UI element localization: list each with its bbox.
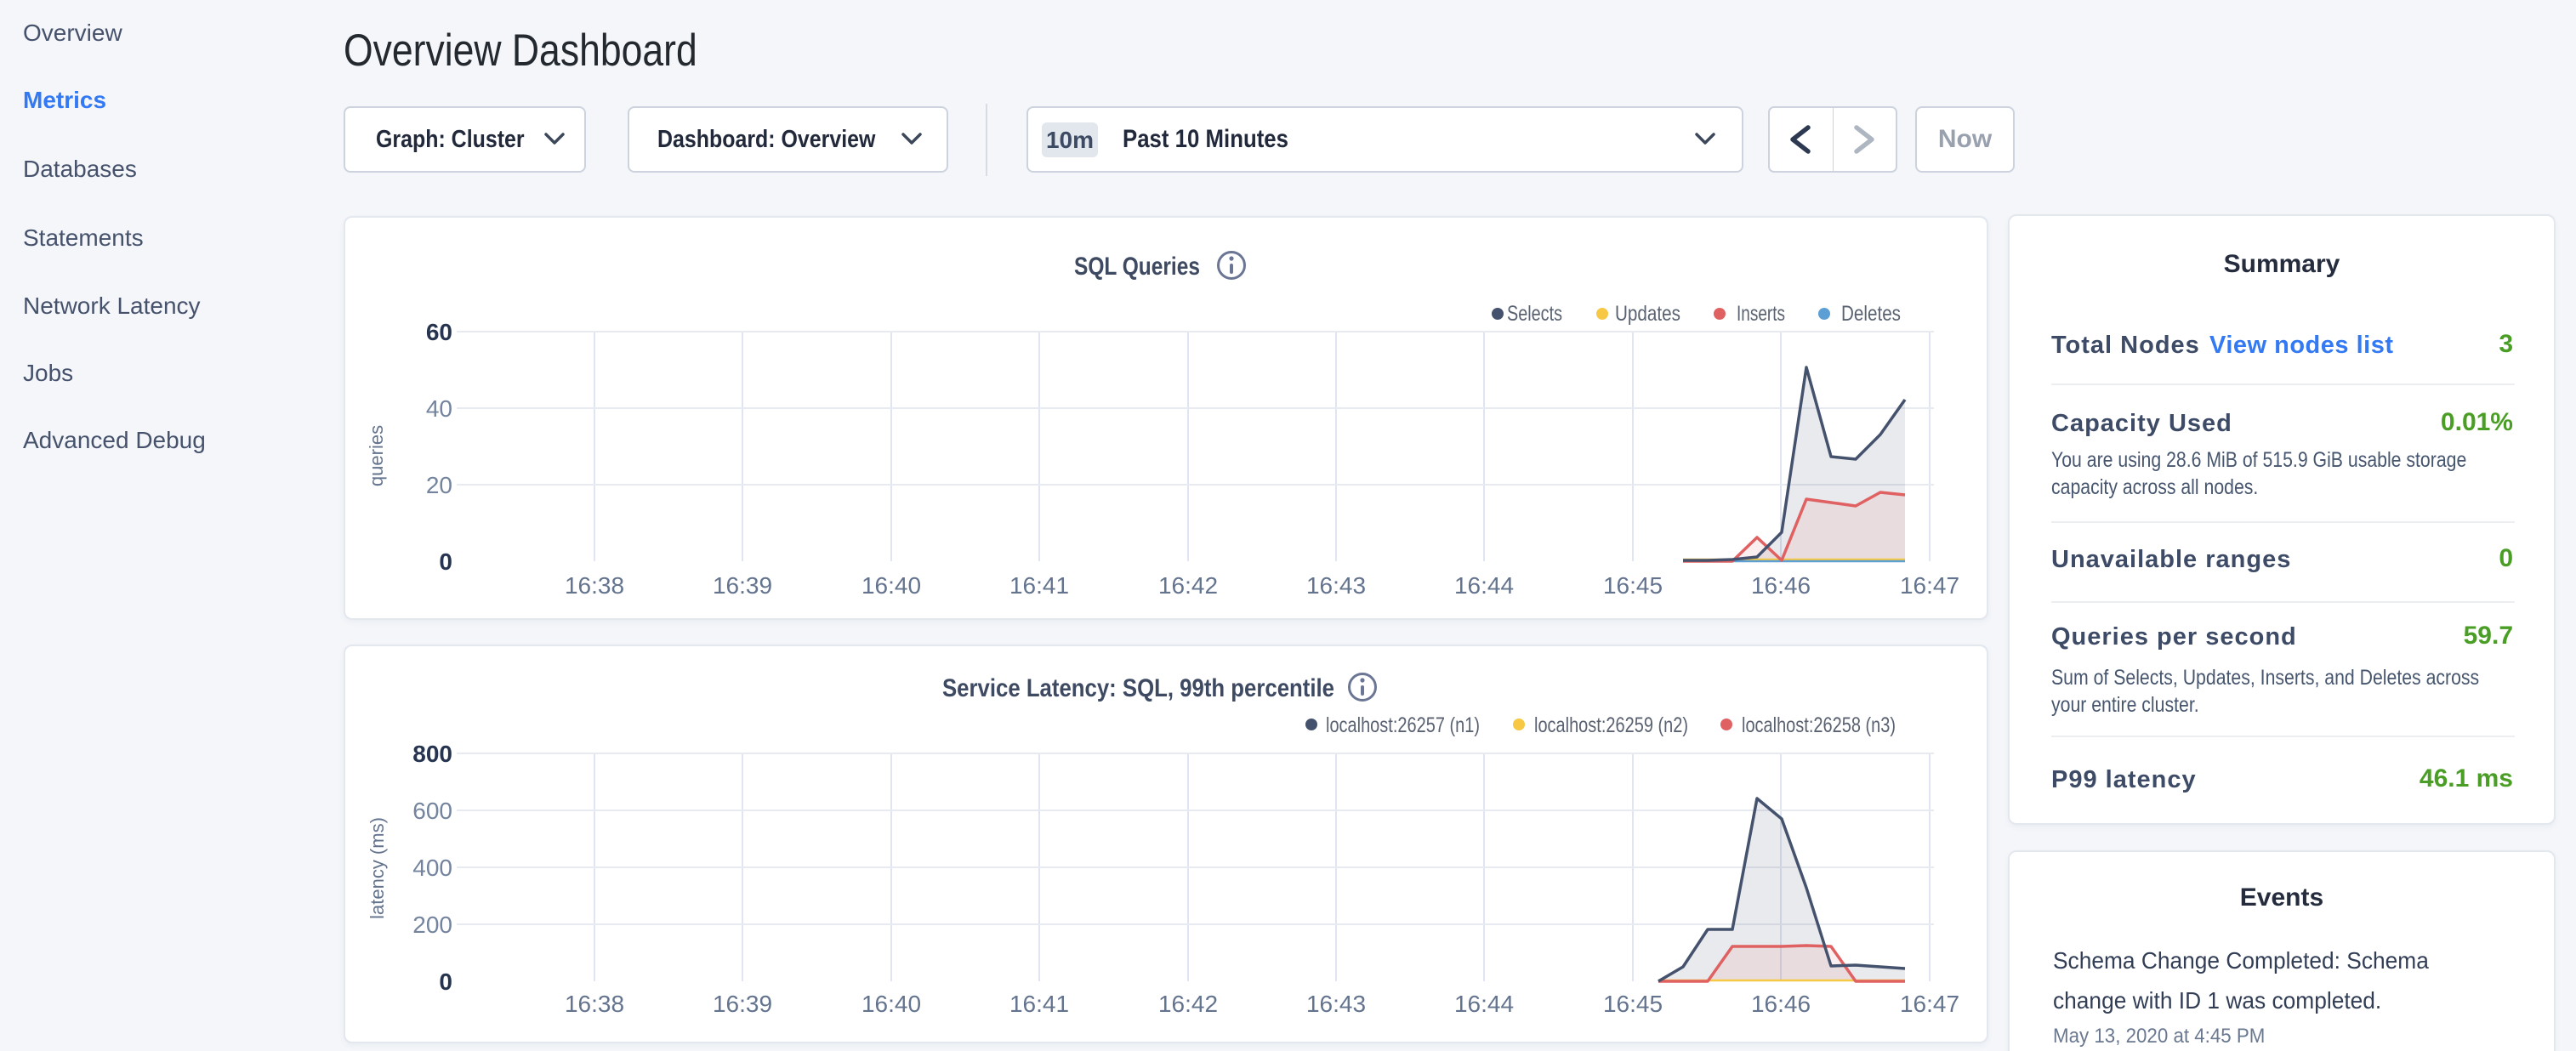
svg-text:16:38: 16:38 [565,991,624,1017]
svg-text:latency (ms): latency (ms) [367,817,388,919]
svg-text:16:40: 16:40 [862,991,921,1017]
svg-text:16:44: 16:44 [1454,572,1514,599]
svg-text:16:38: 16:38 [565,572,624,599]
svg-text:16:46: 16:46 [1751,572,1811,599]
svg-text:0: 0 [439,969,452,995]
svg-text:400: 400 [412,855,452,881]
svg-text:Updates: Updates [1615,302,1680,326]
svg-text:localhost:26258 (n3): localhost:26258 (n3) [1742,713,1896,737]
svg-text:16:45: 16:45 [1603,572,1663,599]
svg-text:800: 800 [412,741,452,767]
svg-text:16:45: 16:45 [1603,991,1663,1017]
svg-text:16:43: 16:43 [1306,991,1366,1017]
svg-text:20: 20 [426,472,452,498]
svg-text:localhost:26259 (n2): localhost:26259 (n2) [1534,713,1688,737]
svg-text:16:42: 16:42 [1158,991,1218,1017]
svg-text:40: 40 [426,395,452,422]
svg-text:16:41: 16:41 [1009,991,1069,1017]
svg-text:Service Latency: SQL, 99th per: Service Latency: SQL, 99th percentile [942,674,1334,702]
svg-text:localhost:26257 (n1): localhost:26257 (n1) [1326,713,1480,737]
svg-text:16:42: 16:42 [1158,572,1218,599]
svg-text:16:46: 16:46 [1751,991,1811,1017]
svg-text:16:40: 16:40 [862,572,921,599]
svg-text:60: 60 [426,319,452,345]
svg-text:Inserts: Inserts [1737,302,1785,326]
svg-text:16:43: 16:43 [1306,572,1366,599]
svg-text:600: 600 [412,798,452,824]
svg-text:16:47: 16:47 [1900,991,1959,1017]
svg-text:16:39: 16:39 [713,572,772,599]
svg-text:queries: queries [366,425,387,486]
svg-text:16:41: 16:41 [1009,572,1069,599]
svg-text:16:39: 16:39 [713,991,772,1017]
svg-text:200: 200 [412,912,452,938]
svg-text:16:47: 16:47 [1900,572,1959,599]
svg-text:SQL Queries: SQL Queries [1074,253,1200,281]
svg-text:16:44: 16:44 [1454,991,1514,1017]
svg-text:Deletes: Deletes [1841,302,1901,326]
svg-text:0: 0 [439,548,452,575]
svg-text:Selects: Selects [1507,302,1562,326]
